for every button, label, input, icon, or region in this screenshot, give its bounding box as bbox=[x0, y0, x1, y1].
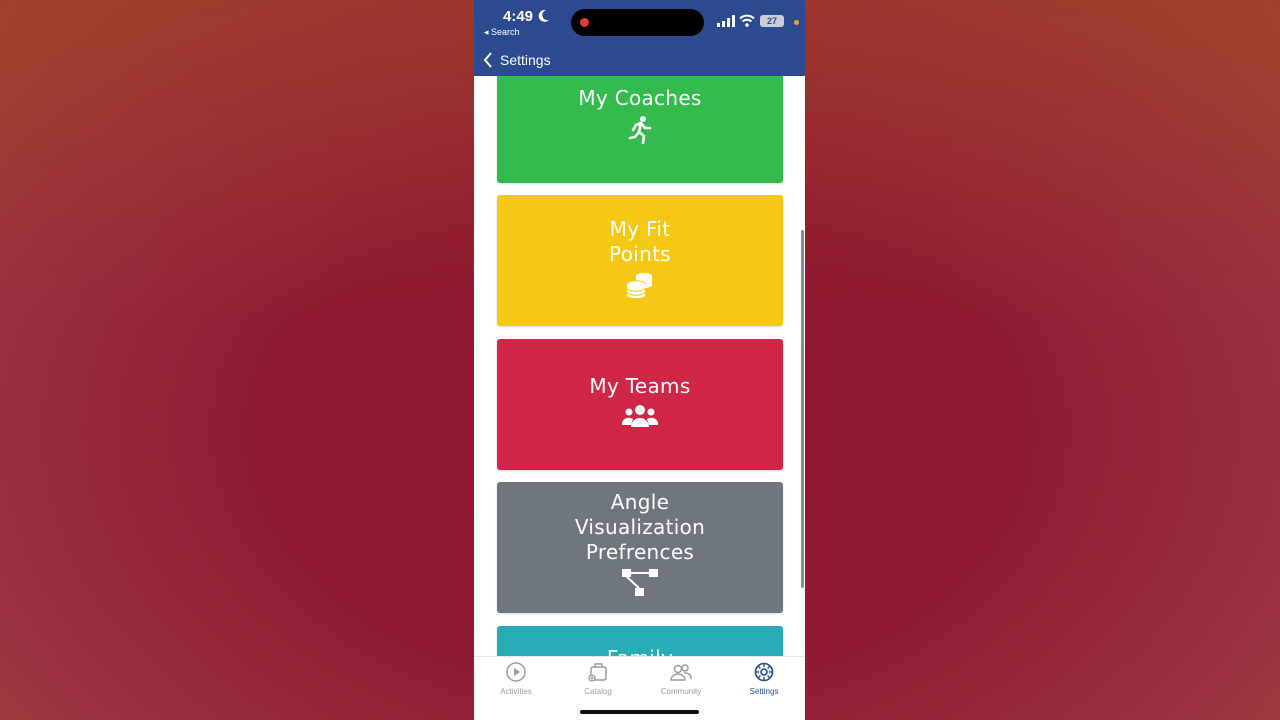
back-button-label: Settings bbox=[500, 52, 551, 68]
chevron-left-icon bbox=[483, 52, 492, 68]
settings-icon bbox=[754, 662, 774, 682]
navigation-bar: Settings bbox=[474, 44, 805, 76]
back-button[interactable]: Settings bbox=[482, 50, 551, 70]
card-title-line-3: Prefrences bbox=[585, 540, 695, 564]
tab-community[interactable]: Community bbox=[646, 661, 716, 696]
briefcase-icon bbox=[588, 663, 607, 682]
sitemap-icon bbox=[622, 569, 658, 596]
phone-screen: 4:49 ◂ Search 27 Settings My Coaches My … bbox=[474, 0, 805, 720]
privacy-indicator-icon bbox=[794, 20, 799, 25]
my-coaches-card[interactable]: My Coaches bbox=[497, 76, 783, 183]
card-title-line-1: My Fit bbox=[609, 217, 671, 241]
my-teams-card[interactable]: My Teams bbox=[497, 339, 783, 470]
coins-icon bbox=[626, 273, 652, 299]
card-title: My Teams bbox=[589, 374, 691, 398]
family-card[interactable]: Family bbox=[497, 626, 783, 656]
card-title-line-1: Angle bbox=[610, 490, 670, 514]
moon-icon bbox=[538, 9, 549, 22]
tab-activities[interactable]: Activities bbox=[481, 661, 551, 696]
play-circle-icon bbox=[506, 662, 526, 682]
recording-indicator-icon bbox=[580, 18, 589, 27]
back-to-search-link[interactable]: ◂ Search bbox=[484, 27, 520, 38]
card-title: My Coaches bbox=[578, 86, 702, 110]
people-icon bbox=[670, 664, 692, 681]
settings-menu-list: My Coaches My Fit Points My Teams Angle … bbox=[474, 76, 805, 656]
home-indicator[interactable] bbox=[580, 710, 699, 714]
users-icon bbox=[622, 405, 658, 427]
status-bar: 4:49 ◂ Search 27 bbox=[474, 0, 805, 44]
wifi-icon bbox=[739, 14, 755, 27]
runner-icon bbox=[628, 116, 652, 145]
my-fit-points-card[interactable]: My Fit Points bbox=[497, 195, 783, 326]
cellular-signal-icon bbox=[717, 15, 735, 27]
tab-label: Activities bbox=[500, 687, 532, 696]
card-title: Family bbox=[497, 646, 783, 656]
dynamic-island bbox=[571, 9, 704, 36]
tab-catalog[interactable]: Catalog bbox=[563, 661, 633, 696]
angle-visualization-preferences-card[interactable]: Angle Visualization Prefrences bbox=[497, 482, 783, 613]
tab-settings[interactable]: Settings bbox=[729, 661, 799, 696]
tab-label: Settings bbox=[749, 687, 779, 696]
card-title-line-2: Points bbox=[609, 242, 671, 266]
scrollbar[interactable] bbox=[801, 230, 804, 588]
tab-label: Catalog bbox=[584, 687, 612, 696]
card-title-line-2: Visualization bbox=[574, 515, 706, 539]
battery-indicator: 27 bbox=[760, 15, 784, 27]
status-time: 4:49 bbox=[503, 8, 534, 25]
tab-label: Community bbox=[660, 687, 702, 696]
